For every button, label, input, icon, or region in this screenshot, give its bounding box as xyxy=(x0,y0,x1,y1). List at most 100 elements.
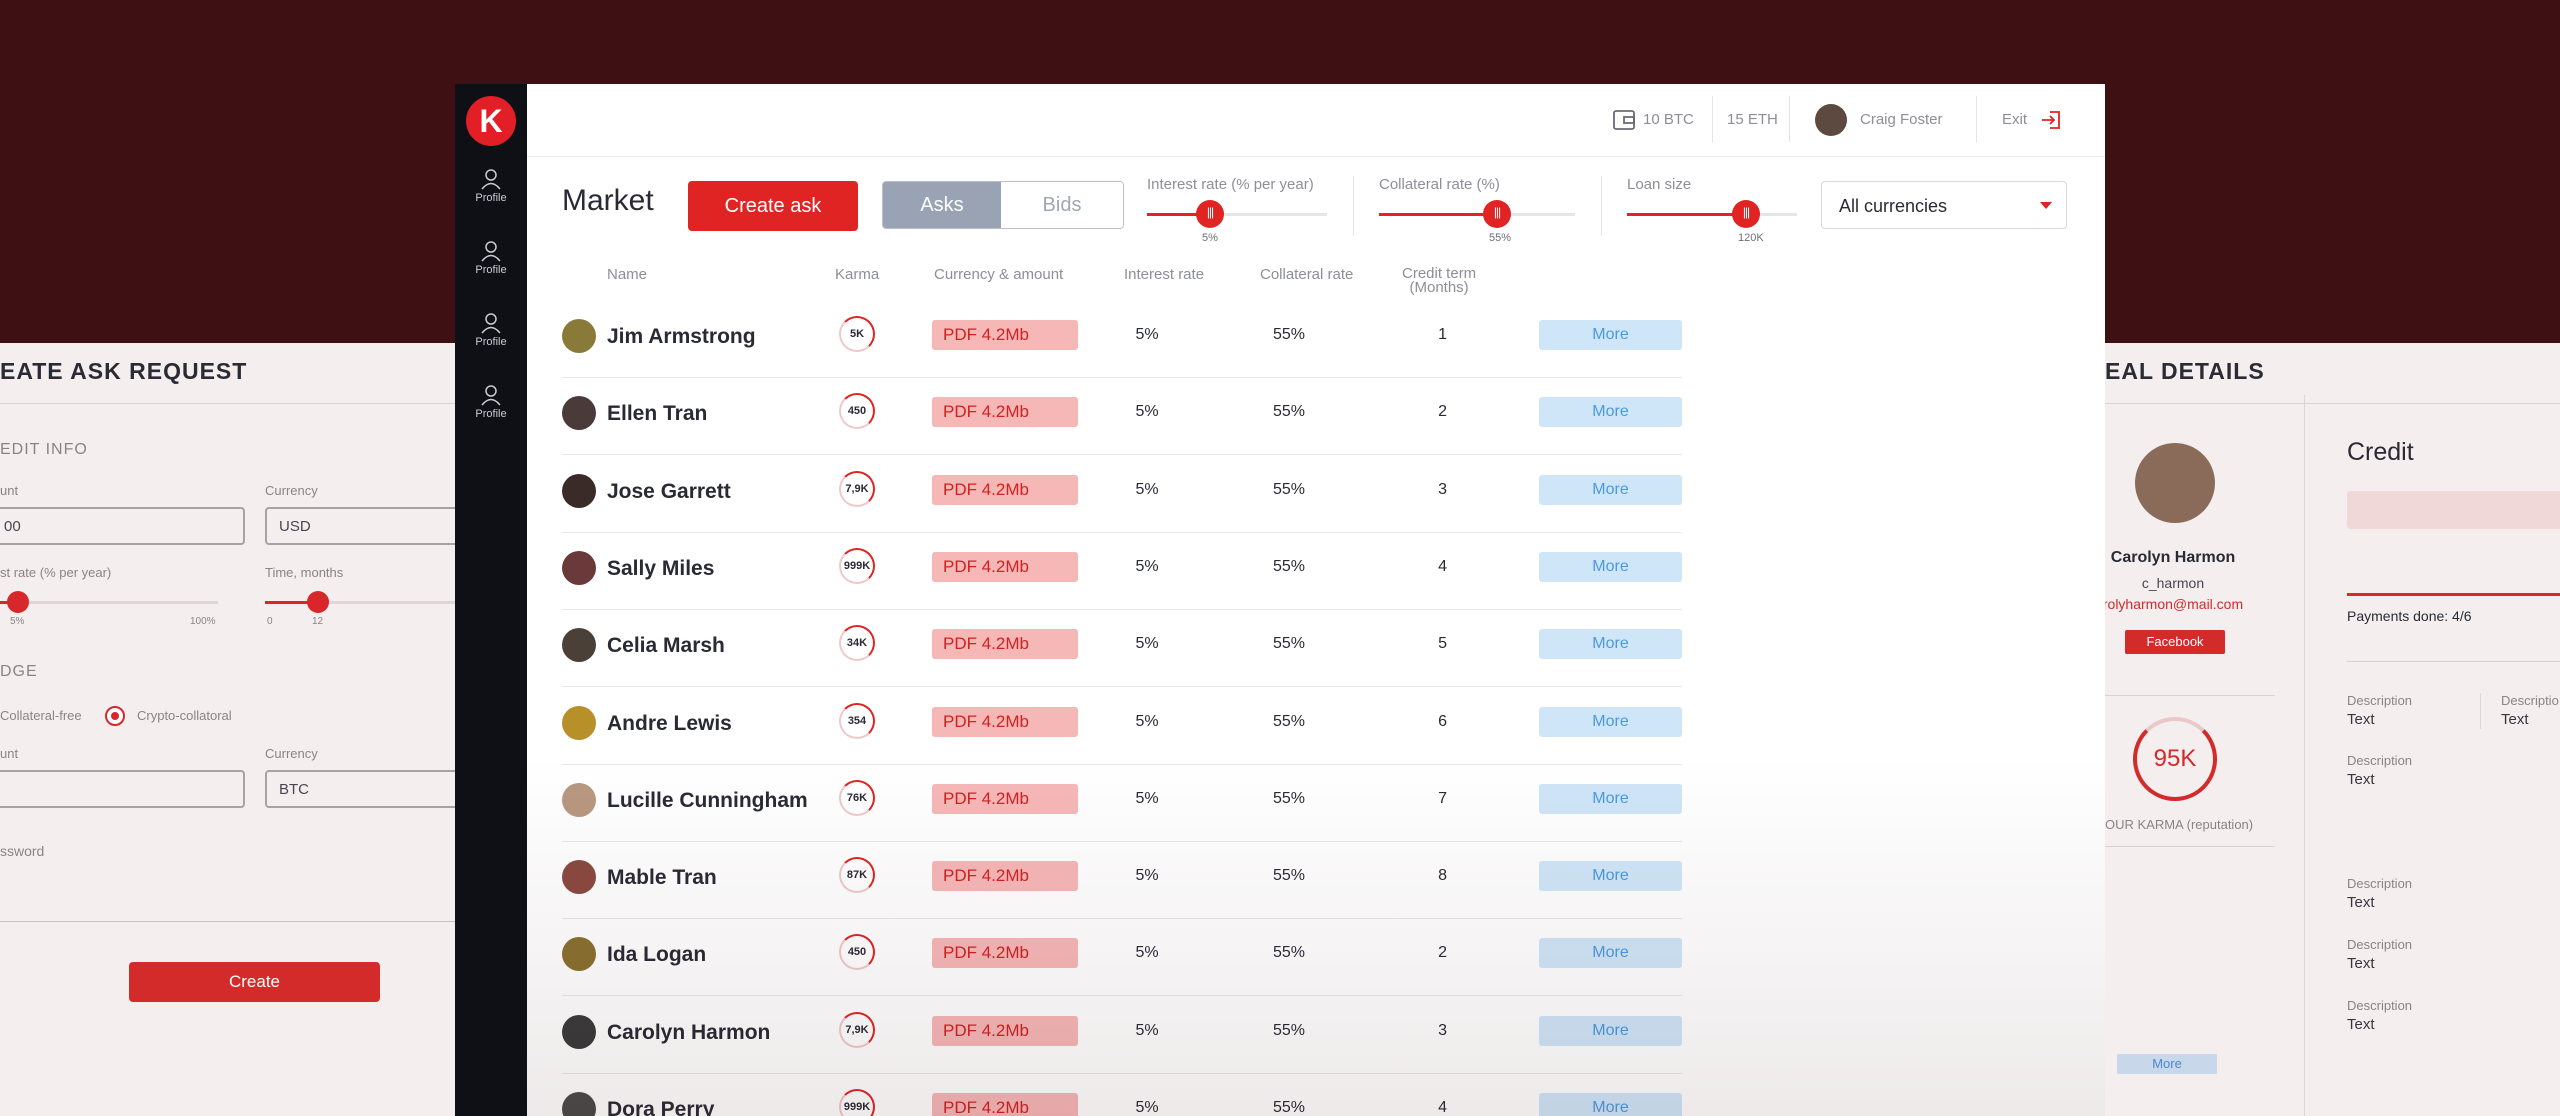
column-header-name: Name xyxy=(607,266,648,283)
currency-amount[interactable]: PDF 4.2Mb xyxy=(932,706,1078,737)
currency-amount[interactable]: PDF 4.2Mb xyxy=(932,1093,1078,1116)
borrower-name[interactable]: Lucille Cunningham xyxy=(607,789,808,813)
facebook-button[interactable]: Facebook xyxy=(2125,630,2225,654)
rate-slider[interactable] xyxy=(0,591,218,613)
radio-crypto-collateral[interactable] xyxy=(105,706,125,726)
table-row[interactable]: Carolyn Harmon 7,9K PDF 4.2Mb 5% 55% 3 More xyxy=(562,996,1682,1074)
borrower-name[interactable]: Jose Garrett xyxy=(607,480,731,504)
exit-link[interactable]: Exit xyxy=(2002,111,2027,128)
borrower-name[interactable]: Carolyn Harmon xyxy=(607,1021,770,1045)
asks-bids-toggle: Asks Bids xyxy=(882,181,1124,229)
collateral-rate: 55% xyxy=(1272,944,1306,962)
collateral-rate: 55% xyxy=(1272,635,1306,653)
sidebar-item-profile[interactable]: Profile xyxy=(455,168,527,204)
table-row[interactable]: Ida Logan 450 PDF 4.2Mb 5% 55% 2 More xyxy=(562,918,1682,997)
user-name[interactable]: Craig Foster xyxy=(1860,111,1943,128)
currency-amount[interactable]: PDF 4.2Mb xyxy=(932,783,1078,814)
currency-amount[interactable]: PDF 4.2Mb xyxy=(932,1015,1078,1046)
pledge-currency-field[interactable]: BTC xyxy=(265,770,455,808)
currency-amount[interactable]: PDF 4.2Mb xyxy=(932,474,1078,505)
market-window: K Profile Profile Profile Profile 10 BTC… xyxy=(455,84,2105,1116)
more-button[interactable]: More xyxy=(1539,629,1682,660)
more-button[interactable]: More xyxy=(1539,397,1682,428)
karma-badge: 34K xyxy=(839,625,875,662)
more-button[interactable]: More xyxy=(1539,783,1682,814)
eth-balance: 15 ETH xyxy=(1727,111,1778,128)
collateral-slider-knob[interactable] xyxy=(1483,200,1511,228)
currency-field[interactable]: USD xyxy=(265,507,455,545)
table-row[interactable]: Andre Lewis 354 PDF 4.2Mb 5% 55% 6 More xyxy=(562,687,1682,765)
sidebar-item-profile[interactable]: Profile xyxy=(455,384,527,420)
currency-amount[interactable]: PDF 4.2Mb xyxy=(932,320,1078,350)
divider xyxy=(1353,176,1354,236)
currency-amount[interactable]: PDF 4.2Mb xyxy=(932,861,1078,892)
user-email[interactable]: rolyharmon@mail.com xyxy=(2105,596,2318,612)
table-row[interactable]: Jose Garrett 7,9K PDF 4.2Mb 5% 55% 3 More xyxy=(562,455,1682,533)
time-slider-knob[interactable] xyxy=(307,591,329,613)
borrower-name[interactable]: Mable Tran xyxy=(607,866,717,890)
more-button[interactable]: More xyxy=(1539,1093,1682,1116)
borrower-name[interactable]: Dora Perry xyxy=(607,1098,714,1116)
create-button[interactable]: Create xyxy=(129,962,380,1002)
time-slider[interactable] xyxy=(265,591,455,613)
more-button[interactable]: More xyxy=(1539,551,1682,582)
more-button[interactable]: More xyxy=(1539,861,1682,892)
table-row[interactable]: Lucille Cunningham 76K PDF 4.2Mb 5% 55% 7 More xyxy=(562,764,1682,842)
borrower-name[interactable]: Sally Miles xyxy=(607,557,714,581)
avatar xyxy=(562,473,596,508)
rate-slider-knob[interactable] xyxy=(7,591,29,613)
create-ask-button[interactable]: Create ask xyxy=(688,181,858,231)
borrower-name[interactable]: Andre Lewis xyxy=(607,712,732,736)
section-label: DGE xyxy=(0,663,38,680)
more-button[interactable]: More xyxy=(1539,938,1682,969)
borrower-name[interactable]: Ellen Tran xyxy=(607,402,707,426)
wallet-icon xyxy=(1613,110,1635,130)
user-avatar[interactable] xyxy=(1815,104,1847,136)
currency-amount[interactable]: PDF 4.2Mb xyxy=(932,397,1078,428)
table-row[interactable]: Celia Marsh 34K PDF 4.2Mb 5% 55% 5 More xyxy=(562,609,1682,688)
collateral-slider[interactable] xyxy=(1379,200,1575,228)
table-row[interactable]: Jim Armstrong 5K PDF 4.2Mb 5% 55% 1 More xyxy=(562,300,1682,378)
interest-slider[interactable] xyxy=(1147,200,1327,228)
collateral-rate: 55% xyxy=(1272,867,1306,885)
avatar xyxy=(562,319,596,353)
currency-amount[interactable]: PDF 4.2Mb xyxy=(932,938,1078,969)
more-button[interactable]: More xyxy=(2117,1054,2217,1074)
borrower-name[interactable]: Ida Logan xyxy=(607,943,706,967)
column-header-currency: Currency & amount xyxy=(934,266,1064,283)
interest-slider-knob[interactable] xyxy=(1196,200,1224,228)
table-row[interactable]: Dora Perry 999K PDF 4.2Mb 5% 55% 4 More xyxy=(562,1073,1682,1116)
tab-asks[interactable]: Asks xyxy=(883,182,1001,228)
table-row[interactable]: Ellen Tran 450 PDF 4.2Mb 5% 55% 2 More xyxy=(562,377,1682,456)
radio-collateral-free-label[interactable]: Collateral-free xyxy=(0,708,82,723)
password-field-line[interactable] xyxy=(0,921,455,922)
currency-amount[interactable]: PDF 4.2Mb xyxy=(932,551,1078,582)
collateral-rate: 55% xyxy=(1272,712,1306,730)
description-label: Description xyxy=(2347,753,2413,768)
sidebar-item-profile[interactable]: Profile xyxy=(455,312,527,348)
more-button[interactable]: More xyxy=(1539,1015,1682,1046)
sidebar-item-label: Profile xyxy=(475,264,507,276)
avatar xyxy=(562,1092,596,1116)
table-row[interactable]: Sally Miles 999K PDF 4.2Mb 5% 55% 4 More xyxy=(562,532,1682,610)
more-button[interactable]: More xyxy=(1539,706,1682,737)
loan-slider[interactable] xyxy=(1627,200,1797,228)
logout-icon[interactable] xyxy=(2041,110,2061,130)
amount-field[interactable]: 00 xyxy=(0,507,245,545)
create-ask-request-panel: EATE ASK REQUEST EDIT INFO unt 00 Curren… xyxy=(0,343,455,1116)
loan-slider-knob[interactable] xyxy=(1732,200,1760,228)
sidebar-item-profile[interactable]: Profile xyxy=(455,240,527,276)
more-button[interactable]: More xyxy=(1539,320,1682,350)
currency-select[interactable]: All currencies xyxy=(1821,181,2067,229)
borrower-name[interactable]: Celia Marsh xyxy=(607,634,725,658)
karma-badge: 87K xyxy=(839,857,875,894)
borrower-name[interactable]: Jim Armstrong xyxy=(607,325,756,349)
currency-amount[interactable]: PDF 4.2Mb xyxy=(932,629,1078,660)
description-value: Text xyxy=(2347,1016,2375,1033)
table-row[interactable]: Mable Tran 87K PDF 4.2Mb 5% 55% 8 More xyxy=(562,841,1682,920)
tab-bids[interactable]: Bids xyxy=(1001,182,1123,228)
logo[interactable]: K xyxy=(466,96,516,146)
avatar xyxy=(562,782,596,817)
pledge-amount-field[interactable] xyxy=(0,770,245,808)
more-button[interactable]: More xyxy=(1539,474,1682,505)
